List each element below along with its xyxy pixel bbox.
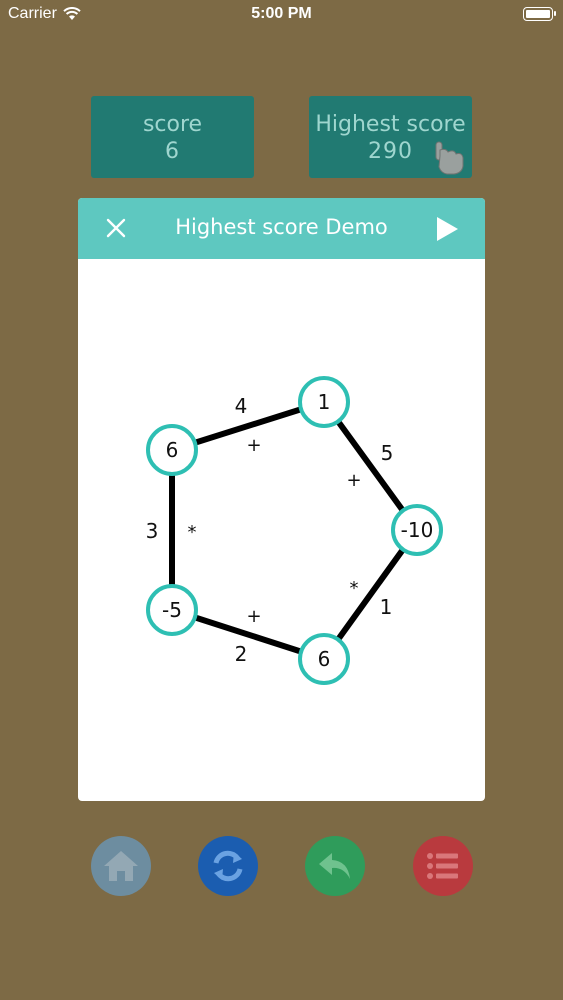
node-label: 1: [318, 390, 331, 414]
node-label: -5: [162, 598, 182, 622]
edge-operator: *: [350, 578, 359, 599]
edge-number: 5: [381, 441, 394, 465]
refresh-button[interactable]: [198, 836, 258, 896]
highest-score-button[interactable]: Highest score 290: [309, 96, 472, 178]
edge-number: 4: [235, 394, 248, 418]
home-icon: [104, 851, 138, 881]
edge-number: 1: [380, 595, 393, 619]
home-button[interactable]: [91, 836, 151, 896]
hand-pointer-icon: [435, 141, 464, 175]
edge-operator: *: [188, 522, 197, 543]
score-value: 6: [165, 139, 180, 164]
battery-icon: [523, 7, 556, 21]
score-box: score 6: [91, 96, 254, 178]
edge-number: 2: [235, 642, 248, 666]
edge-operator: +: [246, 435, 261, 456]
edge-operator: +: [346, 470, 361, 491]
edge-number: 3: [146, 519, 159, 543]
menu-button[interactable]: [413, 836, 473, 896]
edge-operator: +: [246, 606, 261, 627]
score-label: score: [142, 112, 203, 137]
dialog-header: Highest score Demo: [78, 198, 485, 259]
puzzle-graph: 1 -10 6 -5 6 4 5 1 2 3 + + * + *: [146, 376, 443, 685]
dialog-title: Highest score Demo: [175, 215, 388, 239]
highest-score-label: Highest score: [315, 112, 466, 137]
status-time: 5:00 PM: [251, 5, 312, 22]
refresh-icon: [213, 850, 243, 882]
menu-icon: [427, 853, 458, 879]
play-icon[interactable]: [435, 216, 459, 242]
demo-dialog: Highest score Demo 1 -10 6 -5 6 4 5 1 2 …: [78, 198, 485, 801]
node-label: 6: [166, 438, 179, 462]
node-label: 6: [318, 647, 331, 671]
status-bar: Carrier 5:00 PM: [0, 0, 563, 30]
node-label: -10: [401, 518, 434, 542]
undo-icon: [319, 853, 350, 879]
undo-button[interactable]: [305, 836, 365, 896]
